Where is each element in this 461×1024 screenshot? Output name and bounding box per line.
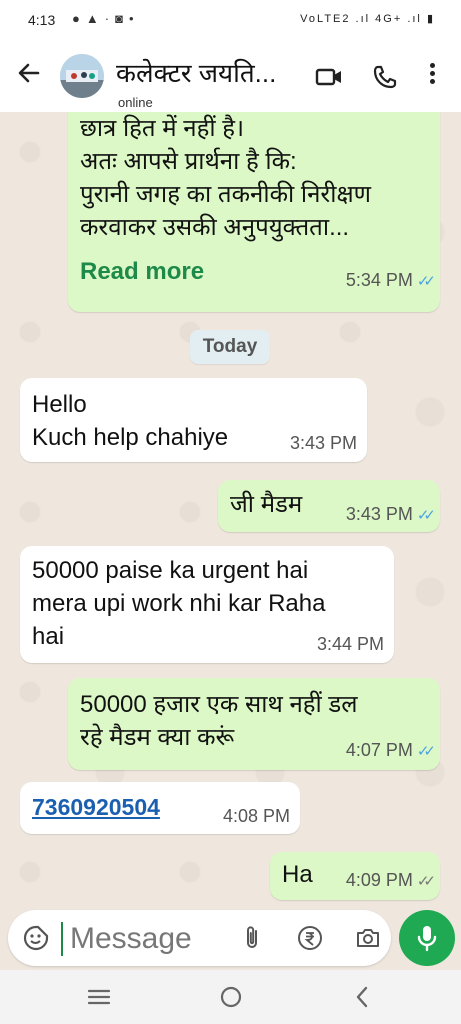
dot-icon: • (128, 11, 140, 26)
camera-icon[interactable] (354, 924, 382, 952)
message-meta: 5:34 PM ✓✓ (345, 270, 436, 291)
message-text: जी मैडम (230, 491, 303, 518)
message-bubble-outgoing[interactable]: 50000 हजार एक साथ नहीं डल रहे मैडम क्या … (68, 678, 440, 770)
phone-number-link[interactable]: 7360920504 (32, 794, 160, 821)
message-bubble-incoming[interactable]: 50000 paise ka urgent hai mera upi work … (20, 546, 394, 663)
text-cursor (61, 922, 63, 956)
microphone-icon (417, 926, 437, 952)
message-text: 50000 हजार एक साथ नहीं डल रहे मैडम क्या … (80, 691, 358, 751)
attachment-icon[interactable] (238, 924, 266, 952)
alert-icon: ▲ (85, 11, 105, 26)
date-divider: Today (190, 330, 270, 364)
more-options-icon[interactable] (422, 60, 442, 90)
message-time: 3:43 PM (289, 433, 357, 453)
message-text: Hello Kuch help chahiye (32, 391, 229, 451)
back-nav-icon[interactable] (348, 982, 378, 1012)
status-time: 4:13 (28, 12, 56, 28)
avatar[interactable] (60, 54, 104, 98)
back-arrow-icon[interactable] (14, 58, 44, 88)
message-meta: 4:09 PM ✓✓ (345, 870, 436, 891)
rupee-payment-icon[interactable] (296, 924, 324, 952)
phone-call-icon[interactable] (370, 62, 400, 92)
video-call-icon[interactable] (314, 62, 344, 92)
message-input-container[interactable] (8, 910, 391, 966)
read-receipt-icon: ✓✓ (416, 743, 436, 760)
voice-record-button[interactable] (399, 910, 455, 966)
message-meta: 4:07 PM ✓✓ (345, 740, 436, 761)
message-text: 50000 paise ka urgent hai mera upi work … (32, 557, 326, 650)
read-receipt-icon: ✓✓ (416, 273, 436, 290)
home-icon[interactable] (216, 982, 246, 1012)
contact-name[interactable]: कलेक्टर जयति... (116, 54, 276, 90)
chat-area[interactable]: छात्र हित में नहीं है। अतः आपसे प्रार्थन… (0, 112, 461, 902)
signal-text: VoLTE2 .ıl 4G+ .ıl (300, 13, 422, 25)
notification-icon: ● (72, 11, 86, 26)
message-time: 3:43 PM (345, 504, 413, 524)
message-time: 4:08 PM (222, 806, 290, 826)
message-bubble-outgoing[interactable]: छात्र हित में नहीं है। अतः आपसे प्रार्थन… (68, 112, 440, 312)
message-meta: 3:43 PM ✓✓ (345, 504, 436, 525)
recent-apps-icon[interactable] (84, 982, 114, 1012)
message-time: 3:44 PM (316, 634, 384, 654)
message-bubble-outgoing[interactable]: Ha 4:09 PM ✓✓ (270, 852, 440, 900)
contact-status: online (118, 95, 153, 110)
system-nav-bar (0, 970, 461, 1024)
message-time: 5:34 PM (345, 270, 413, 290)
delivered-receipt-icon: ✓✓ (416, 873, 436, 890)
app-icon: ◙ (115, 11, 129, 26)
compose-bar (0, 902, 461, 970)
message-bubble-incoming[interactable]: Hello Kuch help chahiye 3:43 PM (20, 378, 367, 462)
dot-icon: · (104, 11, 116, 26)
message-time: 4:07 PM (345, 740, 413, 760)
read-receipt-icon: ✓✓ (416, 507, 436, 524)
read-more-link[interactable]: Read more (80, 258, 204, 286)
message-text: Ha (282, 861, 313, 888)
status-bar: 4:13 ●▲·◙• VoLTE2 .ıl 4G+ .ıl ▮ (0, 0, 461, 40)
chat-header: कलेक्टर जयति... online (0, 40, 461, 112)
message-text: छात्र हित में नहीं है। अतः आपसे प्रार्थन… (80, 115, 372, 241)
battery-icon: ▮ (426, 13, 435, 25)
status-right: VoLTE2 .ıl 4G+ .ıl ▮ (300, 12, 435, 25)
message-time: 4:09 PM (345, 870, 413, 890)
message-bubble-outgoing[interactable]: जी मैडम 3:43 PM ✓✓ (218, 480, 440, 532)
message-input[interactable] (68, 916, 232, 962)
message-bubble-incoming[interactable]: 7360920504 4:08 PM (20, 782, 300, 834)
notification-icons: ●▲·◙• (72, 11, 140, 26)
sticker-emoji-icon[interactable] (22, 924, 50, 952)
